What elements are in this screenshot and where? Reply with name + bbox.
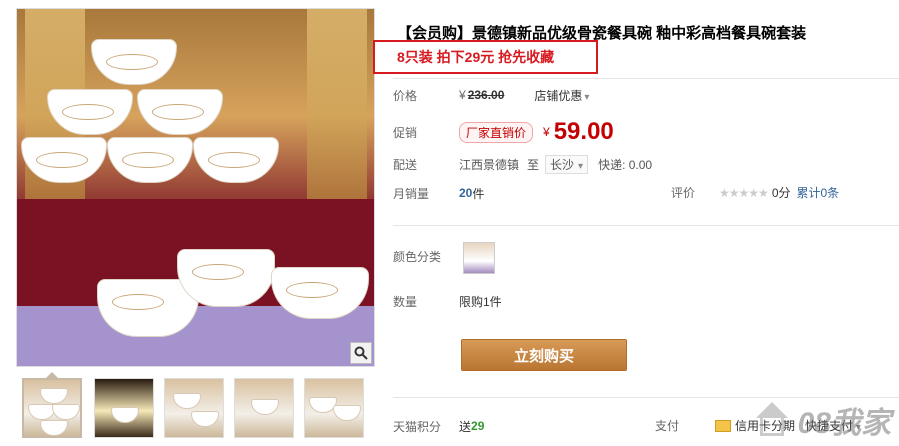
background-arch	[307, 9, 367, 229]
points-row: 天猫积分 送 29	[393, 417, 484, 435]
sales-label: 月销量	[393, 186, 430, 201]
shipping-label: 配送	[393, 157, 418, 172]
divider	[393, 78, 899, 79]
credit-card-icon	[715, 419, 731, 432]
color-label: 颜色分类	[393, 249, 442, 264]
express-fee: 快递: 0.00	[598, 157, 653, 172]
payment-label: 支付	[655, 419, 680, 433]
rating-stars-icon: ★★★★★	[719, 185, 769, 200]
bowl-graphic	[137, 89, 223, 135]
color-row: 颜色分类	[393, 244, 459, 268]
sales-row: 月销量 20 件	[393, 181, 484, 205]
promotion-label: 促销	[393, 125, 418, 140]
points-label: 天猫积分	[393, 419, 442, 434]
original-price: 236.00	[467, 88, 505, 102]
thumbnail-3[interactable]	[164, 378, 224, 438]
sales-count: 20	[459, 186, 473, 200]
destination-select[interactable]: 长沙	[545, 154, 589, 174]
main-product-image[interactable]	[16, 8, 375, 367]
points-value: 29	[471, 419, 485, 433]
bowl-graphic	[193, 137, 279, 183]
promotion-row: 促销 厂家直销价 ¥ 59.00	[393, 117, 614, 147]
product-gallery	[0, 0, 380, 446]
review-count-link[interactable]: 累计0条	[797, 184, 840, 201]
house-logo-icon	[750, 402, 794, 438]
site-watermark: 08我家	[750, 398, 891, 442]
rating: 评价 ★★★★★ 0分 累计0条	[671, 184, 839, 201]
thumbnail-1[interactable]	[22, 378, 82, 438]
divider	[393, 225, 899, 226]
price-row: 价格 ¥ 236.00 店铺优惠	[393, 83, 589, 107]
thumbnail-4[interactable]	[234, 378, 294, 438]
shipping-row: 配送 江西景德镇 至 长沙 快递: 0.00	[393, 152, 652, 176]
price-label: 价格	[393, 88, 418, 103]
promo-currency-symbol: ¥	[543, 125, 550, 139]
magnifier-icon[interactable]	[350, 342, 372, 364]
currency-symbol: ¥	[459, 88, 466, 102]
thumbnail-strip	[22, 378, 372, 442]
watermark-text: 08我家	[797, 407, 891, 440]
ship-to-word: 至	[527, 157, 540, 172]
bowl-graphic	[91, 39, 177, 85]
rating-score: 0分	[771, 186, 791, 200]
sales-unit: 件	[472, 186, 485, 201]
quantity-limit: 限购1件	[459, 294, 502, 309]
promo-price: 59.00	[553, 118, 614, 145]
quantity-label: 数量	[393, 294, 418, 309]
thumbnail-2[interactable]	[94, 378, 154, 438]
rating-label: 评价	[671, 186, 696, 200]
quantity-row: 数量 限购1件	[393, 289, 502, 313]
ship-from: 江西景德镇	[459, 157, 520, 172]
points-give: 送	[459, 419, 472, 434]
factory-price-badge: 厂家直销价	[459, 121, 534, 143]
bowl-graphic	[107, 137, 193, 183]
promo-text: 8只装 拍下29元 抢先收藏	[397, 49, 555, 65]
color-swatch[interactable]	[463, 242, 495, 274]
product-info: 【会员购】景德镇新品优级骨瓷餐具碗 釉中彩高档餐具碗套装 8只装 拍下29元 抢…	[373, 0, 899, 446]
store-discount-dropdown[interactable]: 店铺优惠	[534, 87, 589, 104]
thumbnail-5[interactable]	[304, 378, 364, 438]
buy-now-button[interactable]: 立刻购买	[461, 339, 627, 371]
